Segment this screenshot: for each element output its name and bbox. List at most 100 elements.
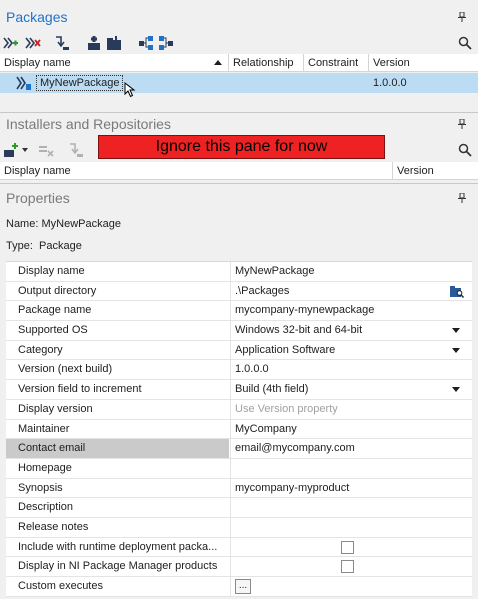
property-value[interactable] [230, 458, 472, 478]
package-icon [16, 75, 32, 91]
property-grid-scrollbar[interactable] [472, 261, 478, 599]
display-in-nipm-checkbox[interactable] [341, 560, 354, 574]
move-installer-icon[interactable] [68, 142, 84, 158]
collapse-tree-icon[interactable] [158, 35, 174, 51]
pin-icon[interactable] [458, 193, 466, 203]
folder-icon[interactable] [106, 35, 122, 51]
property-row-maintainer[interactable]: Maintainer MyCompany [6, 419, 472, 440]
property-row-package-name[interactable]: Package name mycompany-mynewpackage [6, 301, 472, 322]
search-icon[interactable] [458, 36, 472, 50]
property-name: Include with runtime deployment packa... [18, 540, 218, 553]
property-value [230, 557, 472, 576]
pane-divider [0, 112, 478, 113]
property-name: Description [18, 501, 74, 514]
property-name: Display name [18, 265, 85, 277]
pin-icon[interactable] [458, 119, 466, 129]
property-row-homepage[interactable]: Homepage [6, 458, 472, 479]
add-package-icon[interactable] [3, 35, 19, 51]
property-row-display-name[interactable]: Display name MyNewPackage [6, 262, 472, 282]
column-version[interactable]: Version [393, 162, 478, 180]
custom-executes-button[interactable]: ... [235, 579, 251, 594]
property-name: Homepage [18, 461, 72, 474]
property-name: Category [18, 343, 63, 356]
type-value: Package [39, 240, 82, 252]
expand-tree-icon[interactable] [138, 35, 154, 51]
name-label: Name: [6, 218, 39, 230]
packages-pane-title: Packages [6, 9, 68, 25]
property-row-custom-executes[interactable]: Custom executes ... [6, 577, 472, 597]
property-value: ... [230, 577, 472, 596]
property-name: Display version [18, 402, 93, 415]
pin-icon[interactable] [458, 12, 466, 22]
property-value[interactable]: Use Version property [230, 399, 472, 419]
property-value[interactable]: MyNewPackage [230, 262, 472, 281]
property-row-include-runtime[interactable]: Include with runtime deployment packa... [6, 537, 472, 558]
installers-pane-title: Installers and Repositories [6, 116, 171, 132]
column-display-name[interactable]: Display name [0, 162, 393, 180]
remove-installer-icon[interactable] [38, 142, 54, 158]
ignore-pane-banner: Ignore this pane for now [98, 135, 385, 159]
property-row-contact-email[interactable]: Contact email email@mycompany.com [6, 439, 472, 459]
property-name: Supported OS [18, 324, 88, 337]
property-row-display-version[interactable]: Display version Use Version property [6, 399, 472, 420]
property-value[interactable]: Windows 32-bit and 64-bit [230, 321, 472, 340]
property-row-display-in-nipm[interactable]: Display in NI Package Manager products [6, 557, 472, 577]
column-version[interactable]: Version [369, 54, 478, 72]
column-display-name[interactable]: Display name [0, 54, 229, 72]
property-value[interactable]: .\Packages [230, 281, 472, 301]
property-row-category[interactable]: Category Application Software [6, 340, 472, 361]
property-row-output-directory[interactable]: Output directory .\Packages [6, 281, 472, 302]
packages-column-header: Display name Relationship Constraint Ver… [0, 54, 478, 72]
dropdown-arrow-icon[interactable] [452, 347, 460, 353]
version-field-value: Build (4th field) [235, 383, 309, 396]
column-relationship[interactable]: Relationship [229, 54, 304, 72]
property-row-release-notes[interactable]: Release notes [6, 517, 472, 538]
property-name: Output directory [18, 284, 97, 297]
type-label: Type: [6, 240, 33, 252]
category-value: Application Software [235, 343, 336, 356]
property-name: Display in NI Package Manager products [18, 560, 218, 573]
property-value[interactable]: mycompany-mynewpackage [230, 301, 472, 321]
dropdown-arrow-icon[interactable] [22, 148, 28, 152]
move-up-icon[interactable] [54, 35, 70, 51]
column-constraint[interactable]: Constraint [304, 54, 369, 72]
pane-divider [0, 183, 478, 184]
property-row-version-field[interactable]: Version field to increment Build (4th fi… [6, 380, 472, 400]
add-dependency-icon[interactable] [86, 35, 102, 51]
property-value[interactable]: Build (4th field) [230, 380, 472, 399]
package-name: MyNewPackage [36, 75, 124, 91]
property-name: Version field to increment [18, 383, 142, 396]
property-value[interactable]: 1.0.0.0 [230, 360, 472, 380]
property-value[interactable]: MyCompany [230, 419, 472, 439]
name-value: MyNewPackage [41, 218, 121, 230]
package-version: 1.0.0.0 [373, 77, 407, 89]
search-icon[interactable] [458, 143, 472, 157]
property-row-version-next-build[interactable]: Version (next build) 1.0.0.0 [6, 360, 472, 381]
remove-package-icon[interactable] [25, 35, 41, 51]
property-name: Release notes [18, 520, 89, 533]
property-value[interactable]: Application Software [230, 340, 472, 360]
properties-pane-title: Properties [6, 190, 70, 206]
property-value [230, 537, 472, 557]
property-row-supported-os[interactable]: Supported OS Windows 32-bit and 64-bit [6, 321, 472, 341]
property-value[interactable]: email@mycompany.com [230, 439, 472, 458]
property-name: Contact email [6, 439, 229, 458]
property-value[interactable] [230, 498, 472, 517]
property-value[interactable] [230, 517, 472, 537]
property-value[interactable]: mycompany-myproduct [230, 478, 472, 498]
include-runtime-checkbox[interactable] [341, 540, 354, 554]
packages-toolbar [0, 33, 478, 53]
dropdown-arrow-icon[interactable] [452, 387, 460, 393]
add-installer-icon[interactable] [3, 142, 19, 158]
property-row-description[interactable]: Description [6, 498, 472, 518]
property-name: Custom executes [18, 580, 103, 592]
installers-column-header: Display name Version [0, 162, 478, 180]
supported-os-value: Windows 32-bit and 64-bit [235, 324, 363, 337]
selected-object-type: Type: Package [6, 240, 82, 252]
browse-folder-icon[interactable] [450, 285, 465, 298]
installers-toolbar: Ignore this pane for now [0, 135, 478, 160]
dropdown-arrow-icon[interactable] [452, 328, 460, 334]
property-name: Package name [18, 304, 92, 317]
package-row[interactable]: MyNewPackage 1.0.0.0 [0, 73, 478, 98]
property-row-synopsis[interactable]: Synopsis mycompany-myproduct [6, 478, 472, 499]
